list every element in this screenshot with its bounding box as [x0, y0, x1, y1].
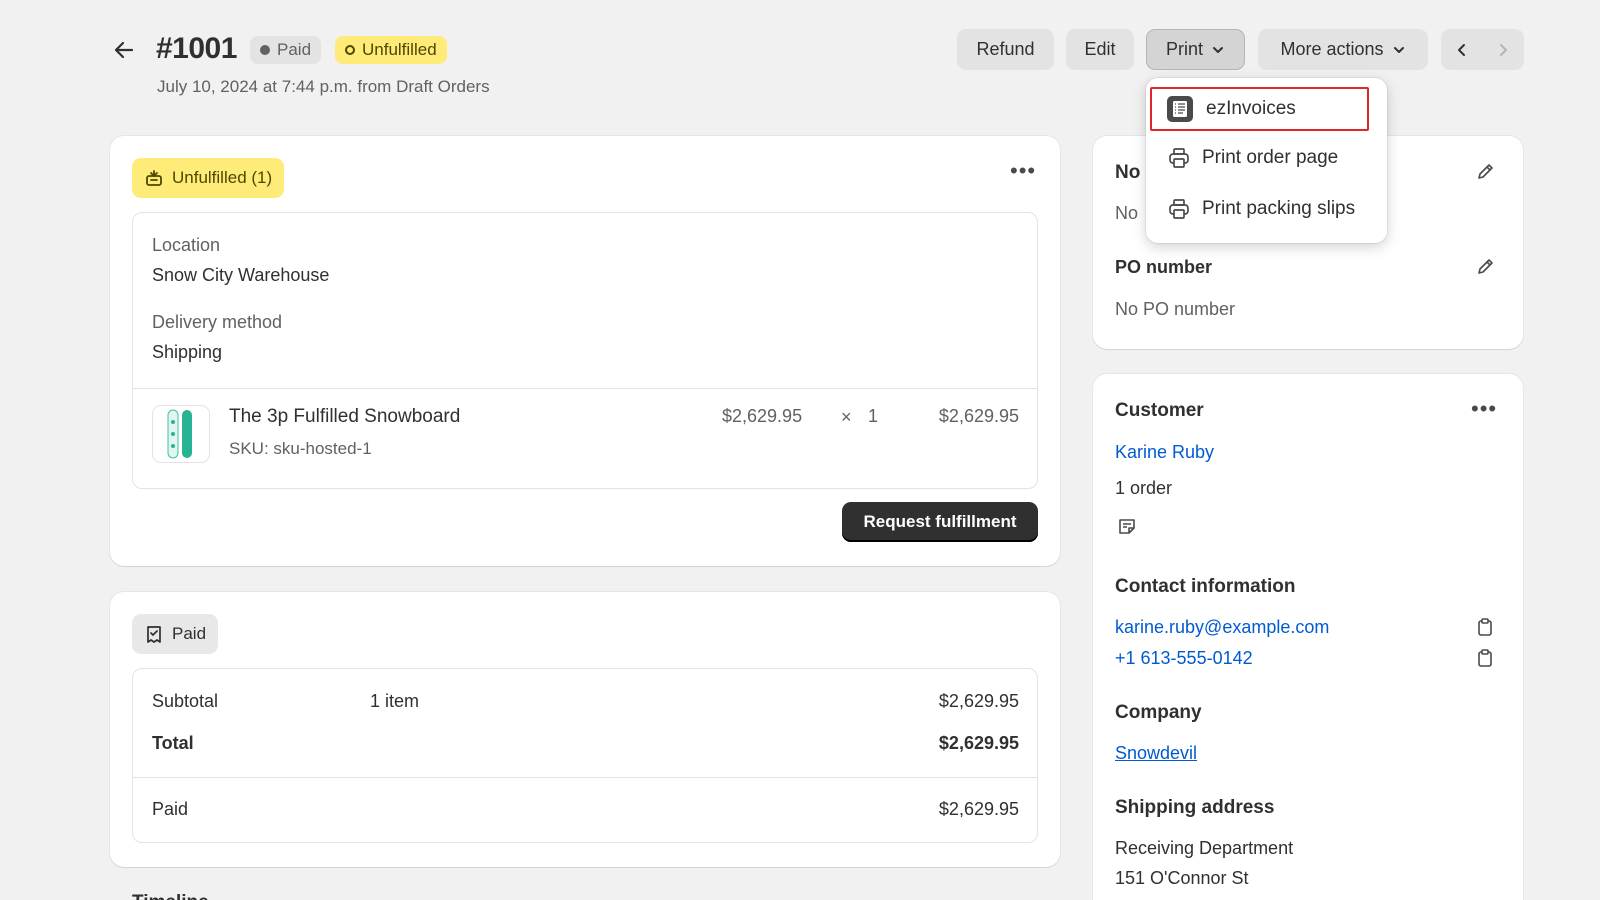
customer-order-count: 1 order [1115, 478, 1173, 498]
edit-notes-pencil-icon[interactable] [1473, 160, 1497, 184]
back-arrow-icon[interactable] [110, 36, 138, 64]
customer-title: Customer [1115, 400, 1204, 421]
paid-status-badge: Paid [250, 36, 322, 64]
menu-item-label: Print packing slips [1202, 198, 1356, 219]
shipping-address-line2: 151 O'Connor St [1115, 868, 1249, 888]
request-fulfillment-button[interactable]: Request fulfillment [842, 502, 1038, 542]
paid-value: $2,629.95 [938, 799, 1019, 819]
more-actions-button[interactable]: More actions [1258, 29, 1428, 70]
quantity: 1 [868, 406, 879, 426]
unit-price: $2,629.95 [722, 406, 803, 426]
product-thumbnail[interactable] [152, 405, 210, 463]
product-name[interactable]: The 3p Fulfilled Snowboard [229, 406, 460, 428]
edit-button[interactable]: Edit [1066, 29, 1134, 70]
fulfillment-details: Location Snow City Warehouse Delivery me… [132, 212, 1038, 489]
po-number-title: PO number [1115, 257, 1213, 277]
paid-pill: Paid [132, 614, 219, 654]
payment-summary: Subtotal 1 item $2,629.95 Total $2,629.9… [132, 668, 1038, 843]
unfulfilled-pill: Unfulfilled (1) [132, 158, 285, 198]
payment-card: Paid Subtotal 1 item $2,629.95 Total $2,… [110, 592, 1060, 867]
more-actions-label: More actions [1280, 39, 1384, 59]
shipping-address-title: Shipping address [1115, 797, 1275, 818]
printer-icon [1169, 199, 1189, 219]
product-sku: SKU: sku-hosted-1 [229, 439, 372, 458]
paid-pill-label: Paid [172, 624, 207, 643]
divider [133, 777, 1037, 778]
print-button-label: Print [1165, 39, 1203, 59]
fulfillment-more-options-icon[interactable]: ••• [1010, 158, 1036, 184]
paid-badge-label: Paid [277, 40, 312, 59]
next-order-chevron-right-icon[interactable] [1483, 29, 1525, 70]
notes-value: No [1115, 203, 1139, 223]
order-number: #1001 [156, 32, 237, 65]
timeline-heading: Timeline [132, 892, 209, 900]
copy-email-clipboard-icon[interactable] [1473, 615, 1497, 639]
ring-icon [345, 45, 355, 55]
customer-more-options-icon[interactable]: ••• [1471, 396, 1497, 422]
receipt-check-icon [147, 626, 161, 643]
menu-item-label: ezInvoices [1206, 98, 1296, 119]
location-value: Snow City Warehouse [152, 265, 330, 285]
previous-order-chevron-left-icon[interactable] [1441, 29, 1483, 70]
invoice-app-icon [1167, 96, 1193, 122]
contact-information-title: Contact information [1115, 576, 1296, 597]
customer-note-icon[interactable] [1115, 514, 1139, 538]
menu-item-label: Print order page [1202, 147, 1339, 168]
customer-card: Customer ••• Karine Ruby 1 order Contact… [1093, 374, 1523, 900]
notes-title: No [1115, 162, 1141, 183]
paid-label: Paid [152, 799, 189, 819]
chevron-down-icon [1393, 46, 1404, 53]
subtotal-label: Subtotal [152, 691, 219, 711]
fulfillment-box-icon [146, 170, 162, 186]
delivery-method-value: Shipping [152, 342, 223, 362]
unfulfilled-pill-label: Unfulfilled (1) [172, 168, 273, 187]
company-title: Company [1115, 702, 1202, 723]
menu-item-ezinvoices[interactable]: ezInvoices [1150, 87, 1369, 131]
refund-button[interactable]: Refund [957, 29, 1054, 70]
subtotal-items: 1 item [370, 691, 420, 711]
shipping-address-line1: Receiving Department [1115, 838, 1294, 858]
delivery-method-label: Delivery method [152, 312, 283, 332]
line-total: $2,629.95 [938, 406, 1019, 426]
unfulfilled-status-badge: Unfulfilled [335, 36, 447, 64]
total-label: Total [152, 733, 194, 753]
print-button[interactable]: Print [1146, 29, 1245, 70]
printer-icon [1169, 148, 1189, 168]
copy-phone-clipboard-icon[interactable] [1473, 646, 1497, 670]
po-number-value: No PO number [1115, 299, 1236, 319]
chevron-down-icon [1213, 46, 1223, 53]
divider [133, 388, 1037, 389]
customer-phone-link[interactable]: +1 613-555-0142 [1115, 648, 1253, 669]
customer-email-link[interactable]: karine.ruby@example.com [1115, 617, 1329, 638]
company-link[interactable]: Snowdevil [1115, 743, 1197, 764]
fulfillment-card: Unfulfilled (1) ••• Location Snow City W… [110, 136, 1060, 566]
print-dropdown-menu: ezInvoices Print order page Print packin… [1146, 78, 1387, 243]
menu-item-print-packing-slips[interactable]: Print packing slips [1152, 187, 1381, 231]
dot-icon [260, 45, 270, 55]
customer-name-link[interactable]: Karine Ruby [1115, 442, 1214, 463]
location-label: Location [152, 235, 221, 255]
menu-item-print-order-page[interactable]: Print order page [1152, 136, 1381, 180]
snowboard-image-icon [167, 409, 192, 459]
times-sign: × [841, 407, 852, 427]
edit-po-pencil-icon[interactable] [1473, 255, 1497, 279]
subtotal-value: $2,629.95 [938, 691, 1019, 711]
unfulfilled-badge-label: Unfulfilled [362, 40, 437, 59]
order-navigation [1441, 29, 1524, 70]
order-subtitle: July 10, 2024 at 7:44 p.m. from Draft Or… [157, 77, 490, 96]
total-value: $2,629.95 [938, 733, 1019, 753]
